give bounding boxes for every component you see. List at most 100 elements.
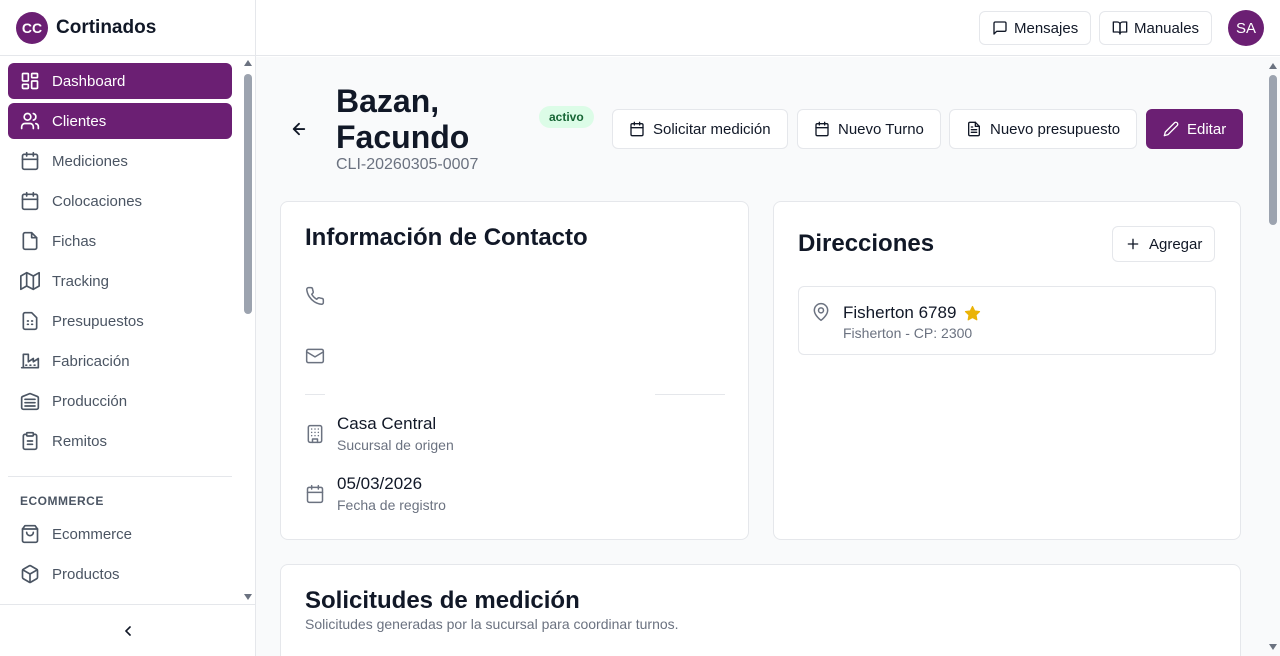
sidebar-item-clientes[interactable]: Clientes [8, 103, 232, 139]
measurement-requests-card: Solicitudes de medición Solicitudes gene… [280, 564, 1241, 656]
new-appointment-button[interactable]: Nuevo Turno [797, 109, 941, 149]
new-quote-button[interactable]: Nuevo presupuesto [949, 109, 1138, 149]
plus-icon [1127, 238, 1139, 250]
sidebar-item-colocaciones[interactable]: Colocaciones [8, 183, 232, 219]
calendar-icon [21, 151, 39, 171]
sidebar-item-label: Productos [52, 565, 120, 583]
calendar-icon [630, 121, 644, 137]
scroll-down-icon[interactable] [244, 594, 252, 600]
messages-label: Mensajes [1014, 19, 1079, 37]
clipboard-icon [22, 431, 38, 451]
package-icon [21, 564, 39, 584]
building-icon [307, 424, 323, 444]
sidebar-item-label: Fichas [52, 232, 97, 250]
sidebar-section-ecommerce: ECOMMERCE [20, 494, 104, 508]
requests-card-title: Solicitudes de medición [305, 587, 580, 614]
users-icon [20, 112, 40, 130]
sidebar-divider [8, 476, 232, 477]
sidebar-scrollbar[interactable] [242, 58, 254, 604]
registration-date-label: Fecha de registro [337, 497, 446, 513]
sidebar-item-label: Remitos [52, 432, 108, 450]
topbar: Mensajes Manuales SA [256, 0, 1280, 56]
file-text-icon [968, 121, 980, 137]
addresses-card-title: Direcciones [798, 230, 935, 257]
sidebar-item-productos[interactable]: Productos [8, 556, 232, 592]
branch-label: Sucursal de origen [337, 437, 454, 453]
request-measurement-button[interactable]: Solicitar medición [612, 109, 788, 149]
brand-logo: CC [16, 11, 48, 44]
map-pin-icon [813, 302, 829, 322]
divider [655, 394, 725, 395]
address-item[interactable]: Fisherton 6789 Fisherton - CP: 2300 [798, 286, 1216, 355]
scroll-up-icon[interactable] [1269, 63, 1277, 69]
calculator-icon [22, 311, 38, 331]
status-badge: activo [539, 106, 594, 128]
add-address-label: Agregar [1149, 235, 1203, 253]
client-name: Bazan, Facundo [336, 83, 470, 155]
branch-value: Casa Central [337, 414, 437, 433]
shopping-bag-icon [21, 524, 39, 544]
address-detail: Fisherton - CP: 2300 [843, 325, 973, 341]
sidebar-item-label: Tracking [52, 272, 109, 290]
request-measurement-label: Solicitar medición [653, 120, 771, 138]
sidebar-item-fichas[interactable]: Fichas [8, 223, 232, 259]
dashboard-icon [21, 72, 39, 90]
sidebar-item-label: Fabricación [52, 352, 130, 370]
sidebar-item-label: Mediciones [52, 152, 128, 170]
contact-card: Información de Contacto Casa Central Suc… [280, 201, 749, 540]
contact-card-title: Información de Contacto [305, 224, 588, 251]
calendar-icon [306, 484, 324, 504]
messages-button[interactable]: Mensajes [979, 11, 1092, 45]
sidebar-item-label: Presupuestos [52, 312, 144, 330]
warehouse-icon [20, 392, 40, 411]
sidebar-item-fabricacion[interactable]: Fabricación [8, 343, 232, 379]
requests-card-subtitle: Solicitudes generadas por la sucursal pa… [305, 616, 679, 632]
sidebar-item-produccion[interactable]: Producción [8, 383, 232, 419]
calendar-icon [815, 121, 829, 137]
edit-label: Editar [1187, 120, 1227, 138]
addresses-card: Direcciones Agregar Fisherton 6789 Fishe… [773, 201, 1241, 540]
sidebar-item-label: Colocaciones [52, 192, 143, 210]
sidebar-item-dashboard[interactable]: Dashboard [8, 63, 232, 99]
new-quote-label: Nuevo presupuesto [990, 120, 1121, 138]
add-address-button[interactable]: Agregar [1112, 226, 1216, 262]
file-icon [22, 231, 38, 251]
edit-button[interactable]: Editar [1146, 109, 1244, 149]
chevron-left-icon [125, 625, 131, 636]
scroll-up-icon[interactable] [244, 60, 252, 66]
sidebar-item-label: Clientes [52, 112, 107, 130]
sidebar-item-tracking[interactable]: Tracking [8, 263, 232, 299]
sidebar-item-ecommerce[interactable]: Ecommerce [8, 516, 232, 552]
factory-icon [20, 353, 40, 369]
sidebar-item-label: Producción [52, 392, 128, 410]
sidebar-item-label: Dashboard [52, 72, 126, 90]
main-scrollbar[interactable] [1266, 57, 1280, 656]
brand-name: Cortinados [56, 16, 157, 38]
sidebar-item-mediciones[interactable]: Mediciones [8, 143, 232, 179]
new-appointment-label: Nuevo Turno [838, 120, 924, 138]
manuals-button[interactable]: Manuales [1099, 11, 1213, 45]
main-content: Bazan, Facundo CLI-20260305-0007 activo … [256, 57, 1266, 656]
scrollbar-thumb[interactable] [1269, 75, 1277, 225]
sidebar-item-label: Ecommerce [52, 525, 133, 543]
collapse-sidebar-button[interactable] [0, 604, 256, 656]
map-icon [20, 271, 40, 291]
mail-icon [305, 348, 325, 364]
sidebar-nav: Dashboard Clientes Mediciones Colocacion… [0, 58, 240, 604]
back-arrow-icon[interactable] [290, 120, 308, 138]
message-icon [993, 21, 1007, 35]
sidebar: CC Cortinados Dashboard Clientes Medicio… [0, 0, 256, 656]
address-street: Fisherton 6789 [843, 303, 957, 322]
star-icon [965, 305, 981, 320]
divider [305, 394, 325, 395]
pencil-icon [1163, 121, 1179, 137]
manuals-label: Manuales [1134, 19, 1200, 37]
sidebar-item-presupuestos[interactable]: Presupuestos [8, 303, 232, 339]
user-avatar[interactable]: SA [1228, 10, 1264, 46]
registration-date: 05/03/2026 [337, 474, 423, 493]
brand[interactable]: CC Cortinados [0, 0, 255, 56]
scrollbar-thumb[interactable] [244, 74, 252, 314]
scroll-down-icon[interactable] [1269, 644, 1277, 650]
client-code: CLI-20260305-0007 [336, 156, 479, 173]
sidebar-item-remitos[interactable]: Remitos [8, 423, 232, 459]
